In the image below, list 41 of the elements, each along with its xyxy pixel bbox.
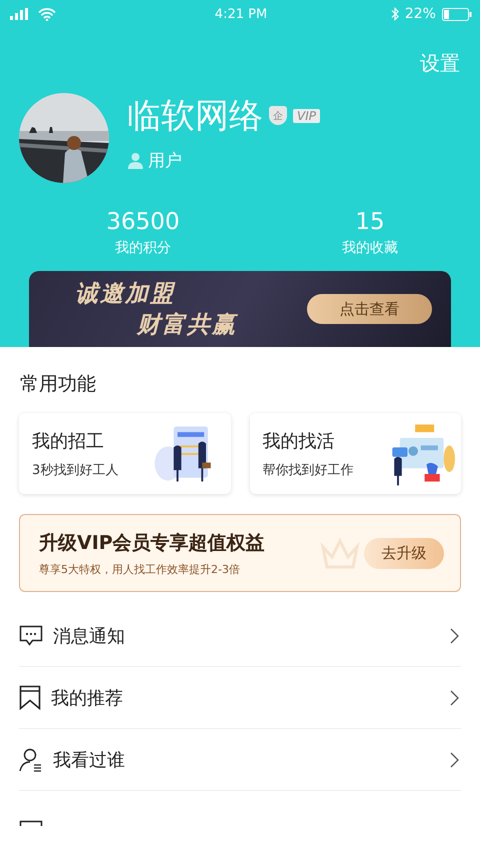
card-subtitle: 帮你找到好工作 — [262, 462, 354, 478]
user-list-icon — [19, 748, 43, 772]
menu-item[interactable]: 我的推荐 — [19, 667, 461, 729]
menu-item[interactable]: 消息通知 — [19, 605, 461, 667]
enterprise-badge: 企 — [269, 106, 287, 125]
card-title: 我的招工 — [32, 430, 105, 452]
feature-card[interactable]: 我的招工 3秒找到好工人 — [19, 413, 230, 494]
crown-icon — [320, 537, 360, 571]
view-button[interactable]: 点击查看 — [307, 294, 432, 324]
vip-upgrade-card[interactable]: 升级VIP会员专享超值权益 尊享5大特权，用人找工作效率提升2-3倍 去升级 — [19, 514, 461, 592]
battery-percent: 22% — [404, 6, 436, 22]
status-time: 4:21 PM — [214, 6, 268, 22]
card-subtitle: 3秒找到好工人 — [32, 462, 118, 478]
card-title: 我的找活 — [262, 430, 336, 452]
stat-label: 我的收藏 — [342, 239, 398, 257]
company-name: 临软网络 — [127, 94, 263, 138]
user-icon — [127, 152, 144, 168]
promo-banner[interactable]: 诚邀加盟 财富共赢 点击查看 — [29, 271, 451, 347]
stat-value: 36500 — [106, 209, 180, 235]
wifi-icon — [38, 8, 56, 20]
menu-label: 我看过谁 — [53, 748, 126, 772]
battery-icon — [442, 8, 472, 20]
menu-label: 消息通知 — [53, 624, 126, 648]
role-label: 用户 — [148, 150, 182, 172]
vip-title: 升级VIP会员专享超值权益 — [39, 530, 265, 556]
bluetooth-icon — [390, 7, 399, 21]
chevron-right-icon — [450, 690, 459, 706]
vip-subtitle: 尊享5大特权，用人找工作效率提升2-3倍 — [39, 562, 241, 576]
vip-badge: VIP — [293, 108, 320, 122]
section-title: 常用功能 — [19, 372, 97, 397]
chevron-right-icon — [450, 752, 459, 768]
stat-label: 我的积分 — [115, 239, 171, 257]
banner-title: 财富共赢 — [136, 311, 237, 340]
bookmark-icon — [19, 685, 41, 710]
upgrade-button[interactable]: 去升级 — [364, 538, 444, 568]
chevron-right-icon — [450, 628, 459, 644]
banner-title: 诚邀加盟 — [75, 280, 176, 309]
menu-label: 我的推荐 — [51, 686, 124, 710]
stat-value: 15 — [355, 209, 385, 235]
feature-card[interactable]: 我的找活 帮你找到好工作 — [250, 413, 461, 494]
menu-item[interactable]: 我看过谁 — [19, 729, 461, 791]
